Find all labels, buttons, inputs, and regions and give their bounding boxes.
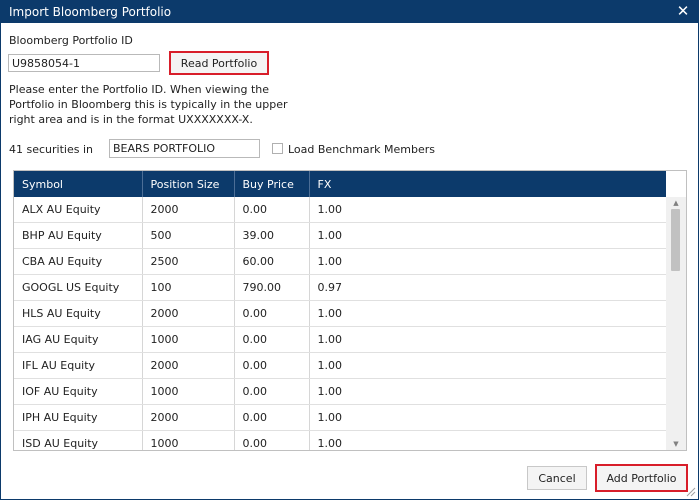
- symbol-cell[interactable]: IOF AU Equity: [14, 378, 143, 405]
- securities-table: Symbol Position Size Buy Price FX ALX AU…: [13, 170, 687, 451]
- position-size-cell[interactable]: 2000: [142, 197, 235, 223]
- table-scrollbar[interactable]: ▲ ▼: [666, 197, 686, 450]
- position-size-cell[interactable]: 2500: [142, 248, 235, 275]
- position-size-cell[interactable]: 2000: [142, 404, 235, 431]
- fx-cell[interactable]: 1.00: [309, 300, 666, 327]
- resize-grip-icon[interactable]: [686, 487, 696, 497]
- table-row[interactable]: BHP AU Equity 500 39.00 1.00: [14, 222, 666, 249]
- table-row[interactable]: ISD AU Equity 1000 0.00 1.00: [14, 430, 666, 450]
- buy-price-cell[interactable]: 790.00: [234, 274, 310, 301]
- buy-price-cell[interactable]: 0.00: [234, 326, 310, 353]
- table-header-row: Symbol Position Size Buy Price FX: [14, 171, 666, 197]
- buy-price-cell[interactable]: 0.00: [234, 352, 310, 379]
- table-row[interactable]: HLS AU Equity 2000 0.00 1.00: [14, 300, 666, 327]
- symbol-cell[interactable]: CBA AU Equity: [14, 248, 143, 275]
- dialog-title: Import Bloomberg Portfolio: [9, 5, 172, 19]
- scrollbar-thumb[interactable]: [671, 209, 680, 271]
- symbol-cell[interactable]: IFL AU Equity: [14, 352, 143, 379]
- fx-cell[interactable]: 0.97: [309, 274, 666, 301]
- symbol-cell[interactable]: HLS AU Equity: [14, 300, 143, 327]
- symbol-cell[interactable]: IPH AU Equity: [14, 404, 143, 431]
- position-size-cell[interactable]: 2000: [142, 352, 235, 379]
- position-size-cell[interactable]: 1000: [142, 326, 235, 353]
- buy-price-cell[interactable]: 0.00: [234, 300, 310, 327]
- table-row[interactable]: GOOGL US Equity 100 790.00 0.97: [14, 274, 666, 301]
- buy-price-cell[interactable]: 0.00: [234, 197, 310, 223]
- help-text: Please enter the Portfolio ID. When view…: [9, 83, 288, 126]
- symbol-cell[interactable]: ALX AU Equity: [14, 197, 143, 223]
- column-header-buy-price[interactable]: Buy Price: [234, 171, 310, 197]
- load-benchmark-label: Load Benchmark Members: [288, 143, 436, 156]
- portfolio-id-label: Bloomberg Portfolio ID: [9, 34, 133, 47]
- fx-cell[interactable]: 1.00: [309, 326, 666, 353]
- portfolio-id-input[interactable]: [8, 54, 160, 72]
- scroll-up-icon[interactable]: ▲: [666, 197, 686, 209]
- buy-price-cell[interactable]: 0.00: [234, 430, 310, 450]
- add-portfolio-button[interactable]: Add Portfolio: [595, 464, 688, 492]
- table-row[interactable]: IOF AU Equity 1000 0.00 1.00: [14, 378, 666, 405]
- column-header-symbol[interactable]: Symbol: [14, 171, 143, 197]
- fx-cell[interactable]: 1.00: [309, 197, 666, 223]
- position-size-cell[interactable]: 1000: [142, 378, 235, 405]
- symbol-cell[interactable]: IAG AU Equity: [14, 326, 143, 353]
- position-size-cell[interactable]: 500: [142, 222, 235, 249]
- symbol-cell[interactable]: ISD AU Equity: [14, 430, 143, 450]
- close-icon[interactable]: ✕: [674, 2, 692, 20]
- buy-price-cell[interactable]: 0.00: [234, 378, 310, 405]
- fx-cell[interactable]: 1.00: [309, 352, 666, 379]
- position-size-cell[interactable]: 1000: [142, 430, 235, 450]
- load-benchmark-checkbox[interactable]: [272, 143, 283, 154]
- symbol-cell[interactable]: BHP AU Equity: [14, 222, 143, 249]
- table-row[interactable]: IPH AU Equity 2000 0.00 1.00: [14, 404, 666, 431]
- cancel-button[interactable]: Cancel: [527, 466, 587, 490]
- fx-cell[interactable]: 1.00: [309, 430, 666, 450]
- scroll-down-icon[interactable]: ▼: [666, 438, 686, 450]
- fx-cell[interactable]: 1.00: [309, 248, 666, 275]
- import-portfolio-dialog: Import Bloomberg Portfolio ✕ Bloomberg P…: [0, 0, 699, 500]
- fx-cell[interactable]: 1.00: [309, 378, 666, 405]
- read-portfolio-button[interactable]: Read Portfolio: [169, 51, 269, 75]
- dialog-titlebar: Import Bloomberg Portfolio ✕: [1, 1, 698, 23]
- table-row[interactable]: IAG AU Equity 1000 0.00 1.00: [14, 326, 666, 353]
- table-row[interactable]: IFL AU Equity 2000 0.00 1.00: [14, 352, 666, 379]
- symbol-cell[interactable]: GOOGL US Equity: [14, 274, 143, 301]
- position-size-cell[interactable]: 100: [142, 274, 235, 301]
- fx-cell[interactable]: 1.00: [309, 404, 666, 431]
- fx-cell[interactable]: 1.00: [309, 222, 666, 249]
- position-size-cell[interactable]: 2000: [142, 300, 235, 327]
- table-row[interactable]: ALX AU Equity 2000 0.00 1.00: [14, 197, 666, 223]
- buy-price-cell[interactable]: 39.00: [234, 222, 310, 249]
- portfolio-name-input[interactable]: [109, 139, 260, 158]
- buy-price-cell[interactable]: 60.00: [234, 248, 310, 275]
- buy-price-cell[interactable]: 0.00: [234, 404, 310, 431]
- table-row[interactable]: CBA AU Equity 2500 60.00 1.00: [14, 248, 666, 275]
- securities-count-label: 41 securities in: [9, 143, 93, 156]
- column-header-position-size[interactable]: Position Size: [142, 171, 235, 197]
- column-header-fx[interactable]: FX: [309, 171, 666, 197]
